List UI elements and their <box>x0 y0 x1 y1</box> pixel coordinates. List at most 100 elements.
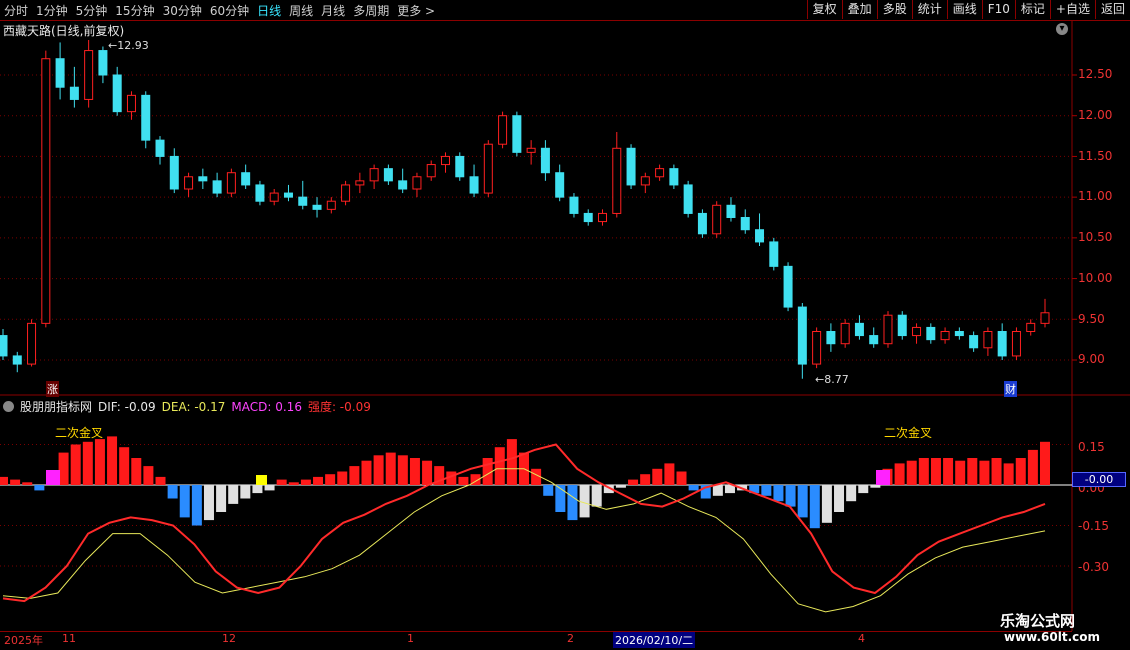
macd-bar <box>325 474 336 485</box>
candle-body <box>341 184 351 202</box>
macd-bar <box>870 485 881 488</box>
candle-body <box>1040 312 1050 324</box>
candle-body <box>826 331 836 345</box>
kline-chart[interactable] <box>0 0 1130 650</box>
macd-bar <box>821 485 832 523</box>
macd-bar <box>567 485 578 521</box>
dea-value: DEA: -0.17 <box>161 399 226 414</box>
dif-value: DIF: -0.09 <box>98 399 156 414</box>
candle-body <box>1011 331 1021 357</box>
macd-bar <box>894 463 905 485</box>
macd-bar <box>761 485 772 496</box>
price-tick: 9.00 <box>1078 352 1105 366</box>
candle-body <box>312 204 322 210</box>
candle-body <box>869 335 879 345</box>
candle-body <box>141 94 151 141</box>
candle-body <box>112 74 122 113</box>
macd-bar <box>385 452 396 485</box>
candle-body <box>241 172 251 186</box>
macd-bar <box>191 485 202 526</box>
candle-body <box>783 265 793 308</box>
macd-bar <box>58 452 69 485</box>
candle-body <box>669 168 679 186</box>
candle-body <box>98 50 108 76</box>
candle-body <box>983 331 993 349</box>
time-label: 2 <box>567 632 574 645</box>
golden-cross-annotation: 二次金叉 <box>55 426 104 440</box>
macd-bar <box>676 471 687 485</box>
candle-body <box>583 212 593 223</box>
macd-bar <box>313 476 324 485</box>
macd-bar <box>906 460 917 485</box>
macd-bar <box>276 479 287 485</box>
indicator-settings-icon[interactable] <box>3 401 14 412</box>
macd-bar <box>203 485 214 521</box>
time-label: 2025年 <box>4 634 43 647</box>
macd-bar <box>409 458 420 485</box>
macd-bar <box>834 485 845 512</box>
macd-bar <box>1027 449 1038 485</box>
macd-bar <box>809 485 820 529</box>
macd-bar <box>724 485 735 494</box>
macd-bar <box>591 485 602 507</box>
strength-value: 强度: -0.09 <box>307 400 371 414</box>
candle-body <box>298 196 308 206</box>
cai-marker[interactable]: 财 <box>1004 381 1017 397</box>
candle-body <box>255 184 265 202</box>
macd-bar <box>652 468 663 485</box>
macd-value: MACD: 0.16 <box>231 399 302 414</box>
candle-body <box>126 94 136 113</box>
price-tick: 10.00 <box>1078 271 1113 285</box>
signal-marker <box>46 470 60 485</box>
candle-body <box>569 196 579 214</box>
macd-bar <box>1003 463 1014 485</box>
macd-bar <box>991 458 1002 485</box>
candle-body <box>512 115 522 153</box>
dea-line <box>2 468 1046 613</box>
candle-body <box>612 147 622 214</box>
macd-bar <box>785 485 796 507</box>
indicator-name[interactable]: 股朋朋指标网 <box>20 398 92 415</box>
macd-bar <box>155 476 166 485</box>
candle-body <box>27 322 37 365</box>
macd-bar <box>543 485 554 496</box>
indicator-tick: 0.15 <box>1078 440 1105 454</box>
candle-body <box>598 212 608 223</box>
candle-body <box>69 86 79 100</box>
macd-bar <box>373 455 384 485</box>
macd-bar <box>107 436 118 485</box>
candle-body <box>169 155 179 190</box>
candle-body <box>398 180 408 190</box>
macd-bar <box>628 479 639 485</box>
macd-bar <box>918 458 929 485</box>
macd-bar <box>955 460 966 485</box>
candle-body <box>655 168 665 178</box>
candle-body <box>954 331 964 337</box>
low-price-label: ←8.77 <box>815 373 849 386</box>
macd-bar <box>422 460 433 485</box>
time-label: 1 <box>407 632 414 645</box>
candle-body <box>198 176 208 182</box>
selected-date-label[interactable]: 2026/02/10/二 <box>613 632 696 648</box>
candle-body <box>426 164 436 178</box>
price-tick: 11.00 <box>1078 189 1113 203</box>
candle-body <box>912 326 922 337</box>
time-label: 4 <box>858 632 865 645</box>
macd-bar <box>240 485 251 499</box>
candle-body <box>1026 322 1036 333</box>
candle-body <box>226 172 236 194</box>
candle-body <box>940 331 950 341</box>
candle-body <box>555 172 565 198</box>
candle-body <box>755 229 765 243</box>
macd-bar <box>930 458 941 485</box>
macd-bar <box>943 458 954 485</box>
candle-body <box>469 176 479 194</box>
candle-body <box>640 176 650 186</box>
current-indicator-value: -0.00 <box>1072 472 1126 487</box>
watermark-url: www.60lt.com <box>1004 630 1101 644</box>
macd-bar <box>664 463 675 485</box>
candle-body <box>883 314 893 345</box>
macd-bar <box>640 474 651 485</box>
macd-bar <box>70 444 81 485</box>
candle-body <box>854 322 864 337</box>
